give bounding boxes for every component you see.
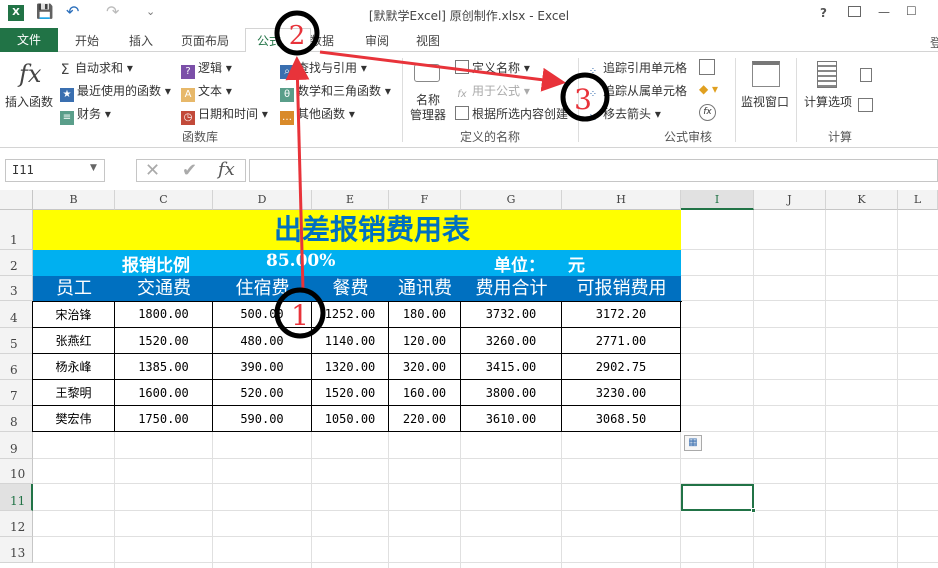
annotation-label-1: 1 xyxy=(291,299,309,332)
annotation-arrow-1 xyxy=(285,56,310,291)
annotation-arrow-2 xyxy=(319,50,566,92)
annotation-label-2: 2 xyxy=(289,21,306,51)
annotation-label-3: 3 xyxy=(574,83,592,116)
annotation-overlay: 1 2 3 xyxy=(274,10,610,339)
